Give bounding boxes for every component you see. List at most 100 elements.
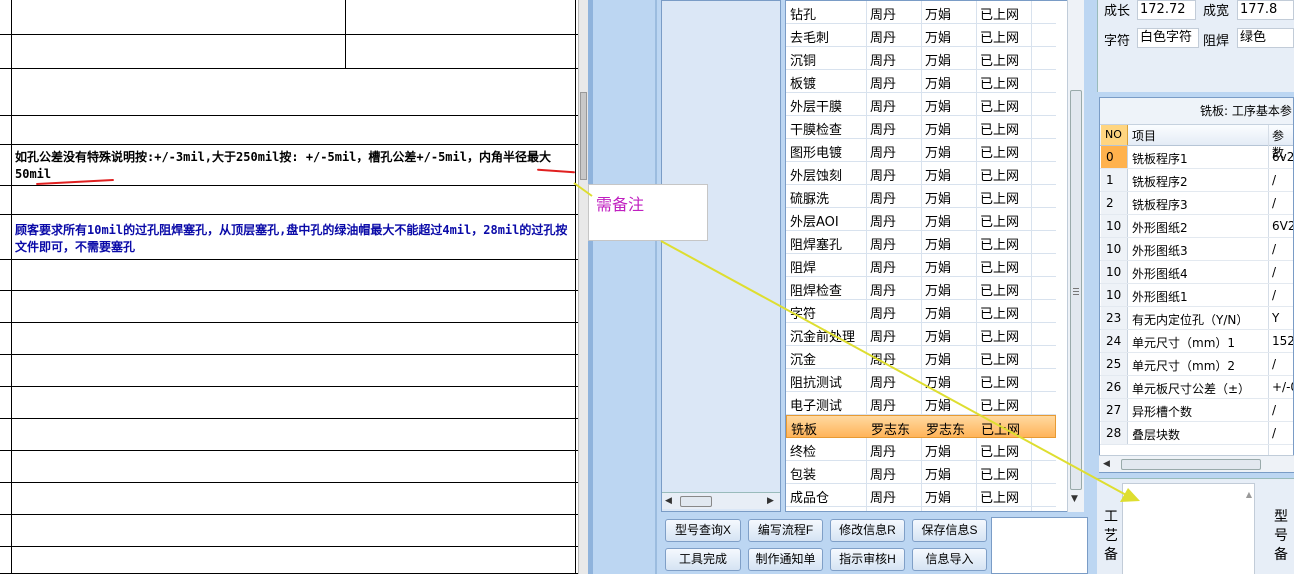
doc-table-row [0, 260, 578, 291]
process-row[interactable]: 图形电镀 周丹 万娟 已上网 [786, 139, 1056, 162]
param-row[interactable]: 26 单元板尺寸公差（±） +/-0 [1100, 376, 1293, 399]
process-row[interactable]: 干膜检查 周丹 万娟 已上网 [786, 116, 1056, 139]
param-row[interactable]: 24 单元尺寸（mm）1 152. [1100, 330, 1293, 353]
scrollbar-thumb[interactable] [1070, 90, 1082, 490]
scrollbar-thumb[interactable] [680, 496, 712, 507]
process-row[interactable]: 成品仓 周丹 万娟 已上网 [786, 484, 1056, 507]
param-cell-item: 铣板程序2 [1132, 175, 1188, 189]
process-cell-a: 周丹 [870, 146, 897, 161]
process-cell-step: 阻抗测试 [790, 376, 843, 391]
make-notice-button[interactable]: 制作通知单 [748, 548, 823, 571]
process-row[interactable]: 外层干膜 周丹 万娟 已上网 [786, 93, 1056, 116]
info-import-button[interactable]: 信息导入 [912, 548, 987, 571]
cl-field[interactable]: 172.72 [1137, 0, 1196, 20]
process-cell-a: 周丹 [870, 215, 897, 230]
param-cell-no: 28 [1106, 426, 1122, 440]
save-info-button[interactable]: 保存信息S [912, 519, 987, 542]
param-cell-no: 10 [1106, 219, 1122, 233]
param-cell-item: 铣板程序1 [1132, 152, 1188, 166]
process-cell-a: 周丹 [870, 284, 897, 299]
param-row[interactable]: 0 铣板程序1 6v22 [1100, 146, 1293, 169]
process-row[interactable]: 终检 周丹 万娟 已上网 [786, 438, 1056, 461]
param-row[interactable]: 10 外形图纸3 / [1100, 238, 1293, 261]
grid-title: 铣板: 工序基本参 [1100, 98, 1293, 125]
process-cell-step: 沉金前处理 [790, 330, 856, 345]
modify-info-button[interactable]: 修改信息R [830, 519, 905, 542]
process-cell-b: 万娟 [925, 100, 952, 115]
process-cell-step: 外层AOI [790, 215, 839, 230]
process-row[interactable]: 阻焊 周丹 万娟 已上网 [786, 254, 1056, 277]
process-cell-status: 已上网 [980, 261, 1020, 276]
process-row[interactable]: 沉金前处理 周丹 万娟 已上网 [786, 323, 1056, 346]
param-row[interactable]: 10 外形图纸4 / [1100, 261, 1293, 284]
instruction-review-button[interactable]: 指示审核H [830, 548, 905, 571]
process-row[interactable]: 外层蚀刻 周丹 万娟 已上网 [786, 162, 1056, 185]
model-memo-label: 型号备 [1274, 509, 1288, 563]
param-row[interactable]: 1 铣板程序2 / [1100, 169, 1293, 192]
process-cell-b: 万娟 [925, 284, 952, 299]
process-row[interactable]: 板镀 周丹 万娟 已上网 [786, 70, 1056, 93]
process-row[interactable]: 沉铜 周丹 万娟 已上网 [786, 47, 1056, 70]
scroll-left-icon[interactable]: ◀ [1103, 459, 1110, 469]
process-cell-status: 已上网 [981, 423, 1021, 438]
process-row[interactable]: 铣板 罗志东 罗志东 已上网 [786, 415, 1056, 438]
doc-table-row [0, 186, 578, 215]
param-row[interactable]: 23 有无内定位孔（Y/N） Y [1100, 307, 1293, 330]
process-vscrollbar[interactable]: ▼ [1067, 0, 1084, 512]
param-row[interactable]: 28 叠层块数 / [1100, 422, 1293, 445]
param-row[interactable]: 10 外形图纸2 6V22 [1100, 215, 1293, 238]
process-memo-input[interactable]: ▲ [1122, 483, 1255, 574]
param-row[interactable]: 10 外形图纸1 / [1100, 284, 1293, 307]
process-cell-step: 外层干膜 [790, 100, 843, 115]
memo-textbox[interactable] [991, 517, 1088, 574]
scrollbar-thumb[interactable] [580, 92, 587, 180]
param-row[interactable]: 25 单元尺寸（mm）2 / [1100, 353, 1293, 376]
write-flow-button[interactable]: 编写流程F [748, 519, 823, 542]
process-cell-status: 已上网 [980, 445, 1020, 460]
scroll-right-icon[interactable]: ▶ [767, 496, 774, 506]
scroll-left-icon[interactable]: ◀ [665, 496, 672, 506]
param-row[interactable]: 2 铣板程序3 / [1100, 192, 1293, 215]
left-list-hscrollbar[interactable]: ◀ ▶ [662, 492, 780, 509]
process-row[interactable]: 沉金 周丹 万娟 已上网 [786, 346, 1056, 369]
tool-complete-button[interactable]: 工具完成 [665, 548, 741, 571]
left-list-box[interactable] [661, 0, 781, 512]
param-cell-param: / [1272, 426, 1277, 440]
scroll-down-icon[interactable]: ▼ [1071, 494, 1078, 504]
process-row[interactable]: 包装 周丹 万娟 已上网 [786, 461, 1056, 484]
zf-label: 字符 [1104, 34, 1131, 49]
param-cell-no: 23 [1106, 311, 1122, 325]
param-cell-no: 1 [1106, 173, 1114, 187]
zh-field[interactable]: 绿色 [1237, 28, 1294, 48]
zf-field[interactable]: 白色字符 [1137, 28, 1199, 48]
model-query-button[interactable]: 型号查询X [665, 519, 741, 542]
doc-table-row [0, 547, 578, 574]
cl-label: 成长 [1104, 4, 1131, 19]
process-row[interactable]: 钻孔 周丹 万娟 已上网 [786, 1, 1056, 24]
panel-edge [588, 0, 593, 574]
process-row[interactable]: 阻焊检查 周丹 万娟 已上网 [786, 277, 1056, 300]
cw-field[interactable]: 177.8 [1237, 0, 1294, 20]
header-item[interactable]: 项目 [1132, 127, 1156, 144]
process-row[interactable]: 外层AOI 周丹 万娟 已上网 [786, 208, 1056, 231]
param-grid[interactable]: 铣板: 工序基本参 NO 项目 参数 0 铣板程序1 6v22 1 铣板程序2 / 2 铣板程… [1099, 97, 1294, 473]
grip-line [1073, 288, 1079, 289]
document-scrollbar[interactable] [578, 0, 588, 574]
process-row[interactable]: 阻焊塞孔 周丹 万娟 已上网 [786, 231, 1056, 254]
scrollbar-thumb[interactable] [1121, 459, 1261, 470]
process-cell-step: 钻孔 [790, 8, 817, 23]
scroll-up-icon[interactable]: ▲ [1246, 490, 1252, 499]
doc-table-row [0, 291, 578, 323]
header-no[interactable]: NO [1101, 125, 1128, 145]
table-right-border [575, 0, 576, 574]
process-cell-step: 终检 [790, 445, 817, 460]
param-row[interactable]: 27 异形槽个数 / [1100, 399, 1293, 422]
process-row[interactable]: 电子测试 周丹 万娟 已上网 [786, 392, 1056, 415]
process-row[interactable]: 去毛刺 周丹 万娟 已上网 [786, 24, 1056, 47]
process-row[interactable]: 硫脲洗 周丹 万娟 已上网 [786, 185, 1056, 208]
process-row[interactable]: 阻抗测试 周丹 万娟 已上网 [786, 369, 1056, 392]
param-cell-param: / [1272, 196, 1277, 210]
process-table[interactable]: 钻孔 周丹 万娟 已上网 去毛刺 周丹 万娟 已上网 沉铜 周丹 万娟 已上网 板镀 周丹 万娟 已上网 外层干… [785, 0, 1071, 512]
process-row[interactable]: 字符 周丹 万娟 已上网 [786, 300, 1056, 323]
param-grid-hscrollbar[interactable]: ◀ [1099, 455, 1294, 472]
